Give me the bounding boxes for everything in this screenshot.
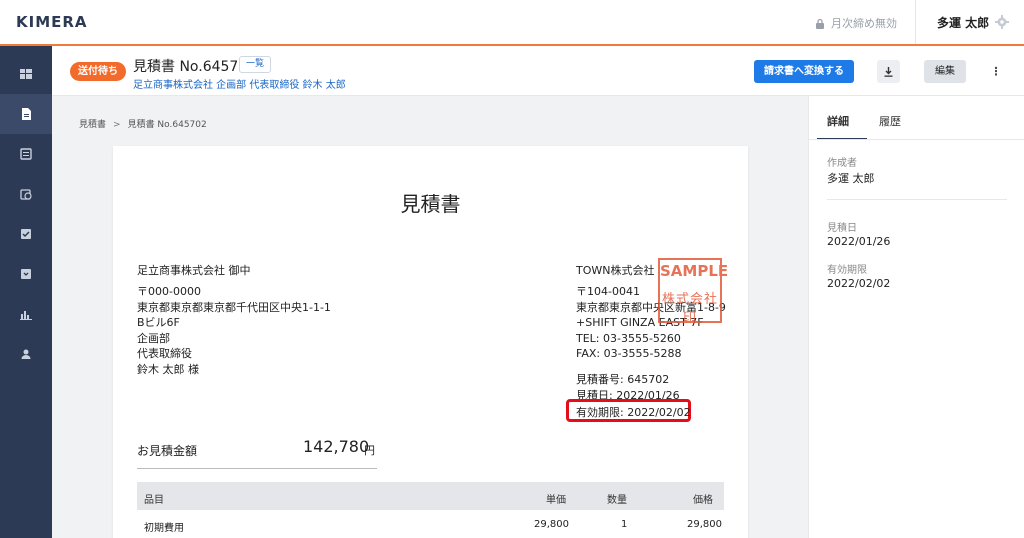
customer-line: Bビル6F (137, 316, 180, 329)
company-seal-stamp: SAMPLE 株式会社印 (658, 258, 729, 326)
breadcrumb: 見積書 > 見積書 No.645702 (79, 117, 207, 130)
estimate-date-label: 見積日 (827, 223, 857, 234)
total-unit: 円 (364, 444, 375, 457)
total-amount: 142,780 (303, 437, 370, 456)
total-label: お見積金額 (137, 444, 198, 458)
invoice-icon (20, 148, 32, 160)
sidebar-item-tasks[interactable] (0, 214, 52, 254)
sidebar-item-reports[interactable] (0, 294, 52, 334)
sidebar-item-dashboard[interactable] (0, 54, 52, 94)
main-content: 見積書 > 見積書 No.645702 見積書 足立商事株式会社 御中 〒000-0… (52, 96, 808, 538)
sidebar (0, 46, 52, 538)
breadcrumb-separator: > (113, 120, 121, 130)
estimate-document: 見積書 足立商事株式会社 御中 〒000-0000 東京都東京都東京都千代田区中… (113, 146, 748, 538)
breadcrumb-current: 見積書 No.645702 (127, 120, 207, 130)
creator-value: 多運 太郎 (827, 172, 875, 185)
monthly-close-status: 月次締め無効 (815, 15, 897, 31)
stamp-subtext: 株式会社印 (661, 292, 718, 326)
expiry-date: 有効期限: 2022/02/02 (576, 406, 691, 419)
tab-history[interactable]: 履歴 (879, 113, 901, 129)
column-header-item: 品目 (144, 495, 164, 506)
items-table-header: 品目 単価 数量 価格 (137, 482, 724, 510)
cell-item: 初期費用 (144, 523, 184, 534)
cell-price: 29,800 (687, 519, 722, 530)
monthly-close-label: 月次締め無効 (831, 17, 897, 30)
estimate-number: 見積番号: 645702 (576, 373, 670, 386)
edit-button[interactable]: 編集 (924, 60, 966, 83)
sidebar-item-inbox[interactable] (0, 254, 52, 294)
download-icon (884, 66, 893, 77)
creator-label: 作成者 (827, 158, 857, 169)
cell-unit-price: 29,800 (534, 519, 569, 530)
status-badge: 送付待ち (70, 62, 126, 81)
inbox-icon (21, 269, 31, 279)
expiry-value: 2022/02/02 (827, 277, 891, 290)
customer-name: 足立商事株式会社 御中 (137, 264, 251, 277)
convert-to-invoice-button[interactable]: 請求書へ変換する (754, 60, 854, 83)
document-title: 見積書 (400, 192, 461, 216)
sidebar-item-users[interactable] (0, 334, 52, 374)
top-bar: KIMERA 月次締め無効 多運 太郎 (0, 0, 1024, 46)
seller-line: TEL: 03-3555-5260 (576, 331, 681, 345)
download-button[interactable] (877, 60, 900, 83)
column-header-unit-price: 単価 (546, 495, 566, 506)
customer-line: 〒000-0000 (137, 285, 201, 298)
gear-icon[interactable] (995, 15, 1009, 29)
sidebar-item-estimates[interactable] (0, 94, 52, 134)
seller-line: FAX: 03-3555-5288 (576, 347, 682, 360)
user-name[interactable]: 多運 太郎 (937, 14, 989, 31)
tab-detail[interactable]: 詳細 (827, 113, 849, 129)
list-link[interactable]: 一覧 (239, 56, 272, 73)
top-divider (915, 0, 916, 44)
page-title: 見積書 No.645702 (133, 59, 257, 75)
seller-name: TOWN株式会社 (576, 264, 655, 277)
breadcrumb-root[interactable]: 見積書 (79, 120, 106, 130)
customer-line: 鈴木 太郎 様 (137, 362, 199, 376)
column-header-quantity: 数量 (607, 495, 627, 506)
more-menu-button[interactable]: ⋮ (990, 60, 1002, 83)
sidebar-item-invoices[interactable] (0, 134, 52, 174)
detail-panel: 詳細 履歴 作成者 多運 太郎 見積日 2022/01/26 有効期限 2022… (808, 96, 1024, 538)
cell-quantity: 1 (621, 519, 628, 530)
document-header: 送付待ち 見積書 No.645702 一覧 足立商事株式会社 企画部 代表取締役… (52, 46, 1024, 96)
expiry-label: 有効期限 (827, 265, 867, 276)
customer-link[interactable]: 足立商事株式会社 企画部 代表取締役 鈴木 太郎 (133, 76, 346, 91)
lock-icon (816, 18, 824, 29)
document-icon (22, 108, 31, 120)
panel-divider (827, 199, 1007, 200)
sidebar-item-schedule[interactable] (0, 174, 52, 214)
customer-line: 東京都東京都東京都千代田区中央1-1-1 (137, 300, 331, 314)
checkbox-icon (21, 229, 31, 239)
customer-line: 企画部 (137, 331, 170, 345)
table-row: 初期費用 29,800 1 29,800 (137, 510, 724, 538)
customer-line: 代表取締役 (137, 347, 192, 360)
calendar-clock-icon (20, 189, 32, 200)
dashboard-icon (20, 69, 32, 79)
bar-chart-icon (20, 311, 32, 320)
user-icon (21, 349, 31, 359)
estimate-date-value: 2022/01/26 (827, 235, 891, 248)
total-underline (137, 468, 377, 469)
tab-divider (809, 139, 1024, 140)
stamp-text: SAMPLE (660, 262, 729, 280)
column-header-price: 価格 (693, 495, 713, 506)
customer-address: 〒000-0000 東京都東京都東京都千代田区中央1-1-1 Bビル6F 企画部… (137, 284, 331, 377)
app-logo[interactable]: KIMERA (16, 13, 88, 31)
